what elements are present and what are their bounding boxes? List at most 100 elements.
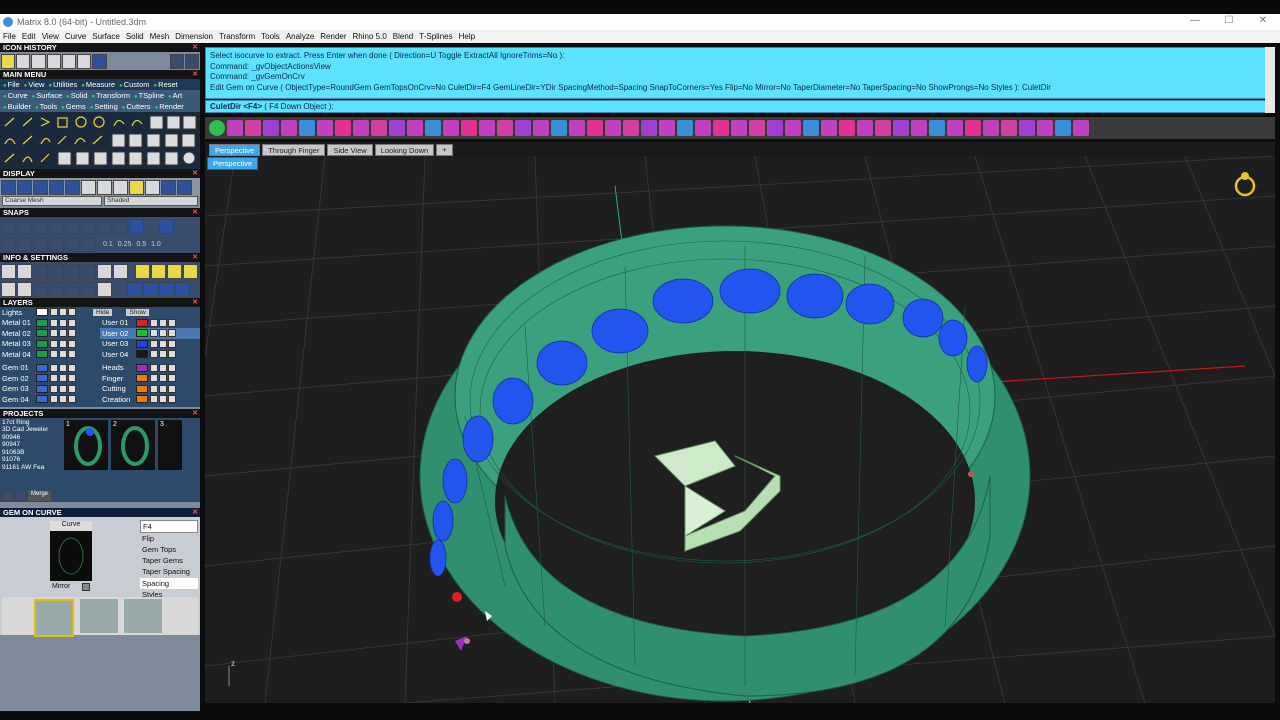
tool-icon[interactable] bbox=[533, 120, 549, 136]
layer-row[interactable]: Metal 02 bbox=[0, 328, 100, 339]
close-icon[interactable]: ✕ bbox=[192, 208, 198, 217]
info-icon[interactable] bbox=[65, 263, 80, 279]
close-icon[interactable]: ✕ bbox=[192, 70, 198, 79]
red-point[interactable] bbox=[452, 592, 462, 602]
tool-icon[interactable] bbox=[263, 120, 279, 136]
menu-surface[interactable]: Surface bbox=[92, 32, 120, 41]
merge-button[interactable]: Merge bbox=[28, 490, 52, 501]
layer-row[interactable]: Gem 01 bbox=[0, 363, 100, 374]
info-icon[interactable] bbox=[127, 281, 142, 297]
point-marker[interactable] bbox=[464, 638, 470, 644]
tool-icon[interactable] bbox=[983, 120, 999, 136]
snap-value[interactable]: 0.25 bbox=[118, 241, 132, 248]
info-icon[interactable] bbox=[151, 263, 166, 279]
gem-style-thumb[interactable] bbox=[124, 598, 162, 633]
snap-value[interactable]: 1.0 bbox=[151, 241, 161, 248]
main-menu-builder[interactable]: Builder bbox=[3, 102, 31, 111]
snap-icon[interactable] bbox=[97, 218, 112, 234]
close-icon[interactable]: ✕ bbox=[192, 409, 198, 418]
close-icon[interactable]: ✕ bbox=[192, 253, 198, 262]
display-mode-icon[interactable] bbox=[65, 179, 80, 195]
main-menu-tspline[interactable]: TSpline bbox=[134, 91, 164, 100]
grid-icon[interactable] bbox=[33, 236, 48, 252]
gem-style-thumb[interactable] bbox=[80, 598, 118, 633]
close-button[interactable]: ✕ bbox=[1246, 14, 1280, 30]
tool-icon[interactable] bbox=[821, 120, 837, 136]
info-icon[interactable] bbox=[81, 263, 96, 279]
tool-icon[interactable] bbox=[479, 120, 495, 136]
tool-icon[interactable] bbox=[605, 120, 621, 136]
tool-icon[interactable] bbox=[299, 120, 315, 136]
curve-tools-icons[interactable] bbox=[2, 114, 198, 167]
refresh-icon[interactable] bbox=[209, 120, 225, 136]
history-icon[interactable] bbox=[31, 53, 46, 69]
history-icon[interactable] bbox=[1, 53, 16, 69]
display-mode-icon[interactable] bbox=[177, 179, 192, 195]
tool-icon[interactable] bbox=[1019, 120, 1035, 136]
project-item[interactable]: 3D Cad Jeweler bbox=[2, 426, 60, 434]
menu-analyze[interactable]: Analyze bbox=[286, 32, 314, 41]
tool-icon[interactable] bbox=[353, 120, 369, 136]
tool-icon[interactable] bbox=[1073, 120, 1089, 136]
mirror-checkbox[interactable] bbox=[82, 582, 90, 591]
gem-style-thumb[interactable] bbox=[34, 598, 74, 637]
menu-tsplines[interactable]: T-Splines bbox=[419, 32, 452, 41]
command-scrollbar[interactable] bbox=[1265, 47, 1275, 113]
main-menu-cutters[interactable]: Cutters bbox=[122, 102, 150, 111]
layer-row[interactable]: Metal 01 bbox=[0, 318, 100, 329]
curve-preview[interactable] bbox=[50, 530, 92, 581]
tool-icon[interactable] bbox=[965, 120, 981, 136]
tool-icon[interactable] bbox=[785, 120, 801, 136]
up-icon[interactable] bbox=[15, 490, 26, 501]
tool-icon[interactable] bbox=[623, 120, 639, 136]
tool-icon[interactable] bbox=[803, 120, 819, 136]
tool-icon[interactable] bbox=[497, 120, 513, 136]
taper-gems-option[interactable]: Taper Gems bbox=[140, 555, 198, 566]
tool-icon[interactable] bbox=[731, 120, 747, 136]
tool-icon[interactable] bbox=[443, 120, 459, 136]
layer-row[interactable]: Cutting bbox=[100, 384, 200, 395]
close-icon[interactable]: ✕ bbox=[192, 508, 198, 517]
layer-row[interactable]: User 03 bbox=[100, 339, 200, 350]
tool-icon[interactable] bbox=[839, 120, 855, 136]
culet-dir-field[interactable]: F4 bbox=[140, 519, 198, 533]
tool-icon[interactable] bbox=[641, 120, 657, 136]
menu-help[interactable]: Help bbox=[459, 32, 475, 41]
info-icon[interactable] bbox=[97, 281, 112, 297]
back-arrow-icon[interactable] bbox=[169, 53, 184, 69]
main-menu-tools[interactable]: Tools bbox=[35, 102, 58, 111]
project-item[interactable]: 91076 bbox=[2, 456, 60, 464]
snap-icon[interactable] bbox=[33, 218, 48, 234]
info-icon[interactable] bbox=[17, 263, 32, 279]
info-icon[interactable] bbox=[33, 263, 48, 279]
tool-icon[interactable] bbox=[515, 120, 531, 136]
flip-option[interactable]: Flip bbox=[140, 533, 198, 544]
project-item[interactable]: 91063B bbox=[2, 449, 60, 457]
layer-row[interactable]: User 04 bbox=[100, 349, 200, 360]
tool-icon[interactable] bbox=[551, 120, 567, 136]
snap-icon[interactable] bbox=[113, 218, 128, 234]
grid-icon[interactable] bbox=[17, 236, 32, 252]
layer-row[interactable]: Gem 02 bbox=[0, 373, 100, 384]
menu-dimension[interactable]: Dimension bbox=[175, 32, 213, 41]
info-icon[interactable] bbox=[167, 263, 182, 279]
close-icon[interactable]: ✕ bbox=[192, 298, 198, 307]
main-menu-surface[interactable]: Surface bbox=[32, 91, 62, 100]
info-icon[interactable] bbox=[33, 281, 48, 297]
project-item[interactable]: 17ct Ring bbox=[2, 419, 60, 427]
main-menu-setting[interactable]: Setting bbox=[90, 102, 117, 111]
project-thumbnail[interactable]: 1 bbox=[64, 419, 108, 470]
layer-row[interactable]: User 02 bbox=[100, 328, 200, 339]
display-mode-icon[interactable] bbox=[161, 179, 176, 195]
display-mode-icon[interactable] bbox=[33, 179, 48, 195]
taper-spacing-option[interactable]: Taper Spacing bbox=[140, 566, 198, 577]
tool-icon[interactable] bbox=[857, 120, 873, 136]
tool-icon[interactable] bbox=[1055, 120, 1071, 136]
tool-icon[interactable] bbox=[893, 120, 909, 136]
info-icon[interactable] bbox=[49, 281, 64, 297]
tab-perspective[interactable]: Perspective bbox=[209, 144, 261, 156]
snap-icon[interactable] bbox=[49, 218, 64, 234]
history-icon[interactable] bbox=[16, 53, 31, 69]
grid-icon[interactable] bbox=[1, 236, 16, 252]
info-icon[interactable] bbox=[65, 281, 80, 297]
